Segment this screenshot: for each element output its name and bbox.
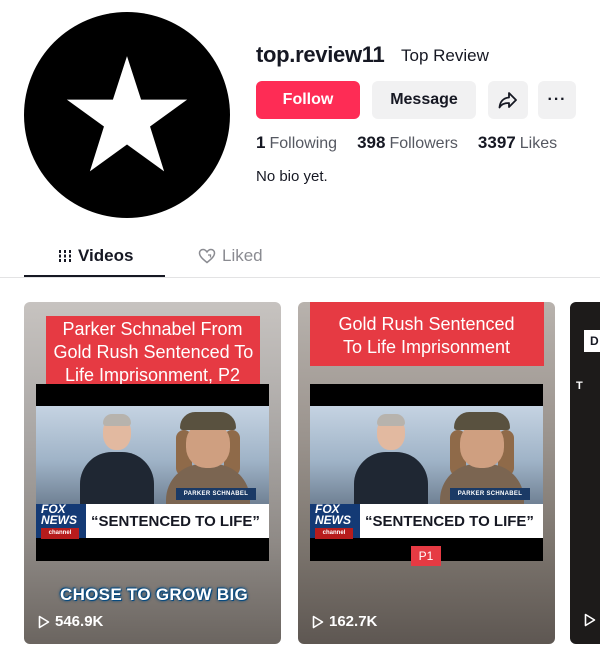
guest-cap [180, 412, 236, 430]
guest-cap [454, 412, 510, 430]
news-nameplate: PARKER SCHNABEL [176, 488, 256, 500]
tab-videos-label: Videos [78, 246, 134, 265]
profile-bio: No bio yet. [256, 168, 328, 185]
news-lower-third: FOX NEWS channel “SENTENCED TO LIFE” [310, 503, 543, 539]
anchor-figure [80, 452, 154, 506]
view-count-value: 162.7K [329, 613, 378, 630]
video-card[interactable]: Gold Rush Sentenced To Life Imprisonment… [298, 302, 555, 644]
followers-label: Followers [389, 135, 458, 152]
play-icon [38, 615, 50, 628]
share-icon [498, 92, 517, 109]
anchor-figure [354, 452, 428, 506]
stat-likes: 3397 Likes [478, 133, 557, 153]
likes-count: 3397 [477, 133, 516, 152]
fox-news-logo: FOX NEWS channel [310, 503, 360, 539]
following-label: Following [269, 135, 338, 152]
tab-videos[interactable]: Videos [58, 246, 133, 266]
fox-news-logo: FOX NEWS channel [36, 503, 86, 539]
news-headline: “SENTENCED TO LIFE” [365, 512, 534, 530]
tab-liked[interactable]: Liked [198, 246, 263, 266]
video-caption: Parker Schnabel From Gold Rush Sentenced… [45, 316, 260, 388]
profile-avatar[interactable] [24, 12, 230, 218]
video-caption: Gold Rush Sentenced To Life Imprisonment [309, 302, 544, 366]
stat-following[interactable]: 1 Following [256, 133, 337, 153]
caption-line: Parker Schnabel From [62, 319, 243, 339]
message-button[interactable]: Message [372, 81, 476, 119]
view-count: 546.9K [38, 613, 103, 630]
share-button[interactable] [488, 81, 528, 119]
anchor-hair [103, 414, 131, 426]
caption-line: Gold Rush Sentenced [338, 314, 515, 334]
caption-line: Gold Rush Sentenced To [53, 342, 254, 362]
news-nameplate: PARKER SCHNABEL [450, 488, 530, 500]
more-options-button[interactable]: ··· [538, 81, 576, 119]
video-card[interactable]: D T [570, 302, 600, 644]
play-icon [312, 615, 324, 628]
following-count: 1 [256, 133, 266, 152]
view-count [584, 613, 600, 627]
profile-stats: 1 Following 398 Followers 3397 Likes [256, 133, 577, 153]
anchor-hair [377, 414, 405, 426]
view-count-value: 546.9K [55, 613, 104, 630]
video-overlay-text: CHOSE TO GROW BIG [60, 585, 249, 604]
profile-nickname: Top Review [401, 46, 489, 65]
grid-icon [59, 250, 71, 262]
news-lower-third: FOX NEWS channel “SENTENCED TO LIFE” [36, 503, 269, 539]
video-card[interactable]: Parker Schnabel From Gold Rush Sentenced… [24, 302, 281, 644]
liked-heart-icon [198, 248, 216, 264]
view-count: 162.7K [312, 613, 377, 630]
news-headline: “SENTENCED TO LIFE” [91, 512, 260, 530]
tab-liked-label: Liked [222, 246, 263, 265]
tab-active-indicator [24, 275, 165, 277]
play-icon [584, 613, 596, 627]
profile-username: top.review11 [256, 42, 385, 67]
video-overlay-box: D [584, 330, 600, 352]
star-icon [66, 56, 188, 172]
video-overlay-letter: T [576, 380, 583, 392]
video-frame: PARKER SCHNABEL FOX NEWS channel “SENTENC… [310, 384, 543, 561]
stat-followers[interactable]: 398 Followers [357, 133, 458, 153]
video-frame: PARKER SCHNABEL FOX NEWS channel “SENTENC… [36, 384, 269, 561]
followers-count: 398 [357, 133, 386, 152]
caption-line: To Life Imprisonment [342, 337, 511, 357]
tab-divider [0, 277, 600, 278]
channel-label: channel [41, 527, 79, 539]
part-badge: P1 [411, 546, 441, 566]
likes-label: Likes [519, 135, 558, 152]
channel-label: channel [315, 527, 353, 539]
follow-button[interactable]: Follow [256, 81, 360, 119]
